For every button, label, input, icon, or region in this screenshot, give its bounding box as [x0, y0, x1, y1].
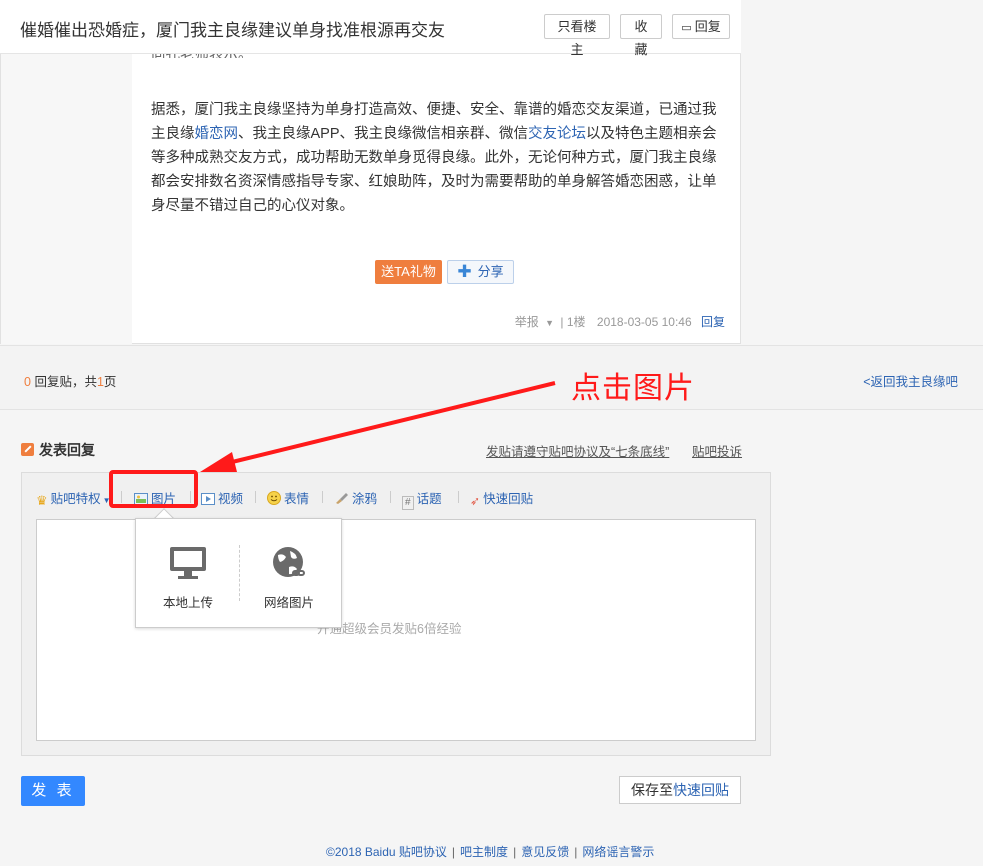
floor-number: | 1楼	[560, 315, 586, 329]
footer-links: ©2018 Baidu 贴吧协议 | 吧主制度 | 意见反馈 | 网络谣言警示	[326, 843, 654, 860]
complaint-link[interactable]: 贴吧投诉	[692, 441, 742, 460]
footer-link-rules[interactable]: 吧主制度	[460, 845, 508, 859]
globe-icon	[269, 547, 309, 584]
footer-link-rumor[interactable]: 网络谣言警示	[582, 845, 654, 859]
toolbar-divider	[255, 491, 256, 503]
annotation-highlight-box	[109, 470, 198, 508]
toolbar-doodle-label: 涂鸦	[352, 492, 378, 506]
toolbar-video-label: 视频	[218, 492, 244, 506]
toolbar-divider	[322, 491, 323, 503]
toolbar-emoji[interactable]: 表情	[267, 488, 309, 508]
web-image-option[interactable]: 网络图片	[254, 545, 324, 611]
pager-bar: 0 回复贴，共1页 <返回我主良缘吧	[0, 345, 983, 410]
toolbar-topic-label: 话题	[416, 492, 442, 506]
page-background	[741, 0, 983, 344]
image-upload-popup: 本地上传 网络图片	[135, 518, 342, 628]
share-button[interactable]: ✚ 分享	[447, 260, 514, 284]
post-meta: 举报 ▼ | 1楼 2018-03-05 10:46 回复	[515, 313, 725, 330]
web-image-label: 网络图片	[263, 596, 314, 610]
chevron-down-icon: ▼	[545, 318, 555, 328]
favorite-button[interactable]: 收藏	[620, 14, 662, 57]
local-upload-label: 本地上传	[162, 596, 213, 610]
footer-divider: |	[574, 845, 578, 859]
toolbar-video[interactable]: 视频	[201, 488, 243, 508]
submit-button[interactable]: 发 表	[21, 776, 85, 806]
local-upload-option[interactable]: 本地上传	[153, 545, 223, 611]
toolbar-emoji-label: 表情	[284, 492, 310, 506]
page-count: 1	[96, 375, 104, 389]
toolbar-quick-reply[interactable]: ➶ 快速回贴	[470, 488, 533, 508]
toolbar-quick-reply-label: 快速回贴	[483, 492, 534, 506]
toolbar-divider	[390, 491, 391, 503]
video-icon	[201, 493, 215, 508]
reply-editor: ♛ 贴吧特权 ▼ 图片 视频 表情 涂鸦 # 话题 ➶ 快速回贴 开通超级会员发贴6倍经…	[21, 472, 771, 756]
back-to-forum-link[interactable]: <返回我主良缘吧	[863, 371, 958, 390]
author-column	[1, 54, 132, 344]
post-content: 向孔老师表示。 据悉，厦门我主良缘坚持为单身打造高效、便捷、安全、靠谱的婚恋交友…	[151, 44, 721, 218]
crown-icon: ♛	[36, 493, 48, 508]
link-forum[interactable]: 交友论坛	[528, 126, 586, 142]
rules-link[interactable]: 发贴请遵守贴吧协议及“七条底线”	[486, 441, 669, 460]
reply-top-label: 回复	[694, 19, 721, 34]
rocket-icon: ➶	[470, 494, 481, 508]
save-prefix: 保存至	[631, 782, 673, 798]
annotation-text: 点击图片	[571, 371, 695, 406]
toolbar-topic[interactable]: # 话题	[402, 488, 442, 510]
reply-count-text: 回复贴，共	[34, 375, 97, 389]
footer-link-agreement[interactable]: 贴吧协议	[399, 845, 447, 859]
monitor-icon	[168, 547, 208, 584]
toolbar-privilege-label: 贴吧特权	[50, 492, 101, 506]
reply-section-title: 发表回复	[21, 440, 95, 460]
plus-icon: ✚	[457, 262, 472, 281]
post-timestamp: 2018-03-05 10:46	[596, 315, 692, 329]
footer-divider: |	[451, 845, 456, 859]
toolbar-divider	[458, 491, 459, 503]
reply-count-number: 0	[24, 375, 31, 389]
copyright: ©2018 Baidu	[326, 845, 396, 859]
save-to-quick-reply-button[interactable]: 保存至快速回贴	[619, 776, 741, 804]
save-highlight: 快速回贴	[673, 782, 729, 798]
report-link[interactable]: 举报	[515, 315, 539, 329]
toolbar-doodle[interactable]: 涂鸦	[334, 488, 377, 508]
reply-count: 0 回复贴，共1页	[24, 371, 116, 390]
post-reply-link[interactable]: 回复	[701, 315, 725, 329]
comment-icon: ▭	[681, 22, 692, 34]
share-label: 分享	[477, 264, 504, 279]
thread-header: 催婚催出恐婚症，厦门我主良缘建议单身找准根源再交友 只看楼主 收藏 ▭ 回复	[0, 0, 741, 57]
popup-divider	[239, 545, 240, 601]
footer-link-feedback[interactable]: 意见反馈	[521, 845, 569, 859]
post-text: 、我主良缘APP、我主良缘微信相亲群、微信	[238, 126, 529, 142]
page-unit: 页	[103, 375, 117, 389]
reply-title-text: 发表回复	[39, 442, 95, 458]
link-marriage-site[interactable]: 婚恋网	[195, 126, 239, 142]
smiley-icon	[267, 491, 281, 508]
send-gift-button[interactable]: 送TA礼物	[375, 260, 442, 284]
toolbar-privilege[interactable]: ♛ 贴吧特权 ▼	[36, 488, 111, 509]
hashtag-icon: #	[402, 496, 414, 510]
reply-top-button[interactable]: ▭ 回复	[672, 14, 730, 39]
post-paragraph: 据悉，厦门我主良缘坚持为单身打造高效、便捷、安全、靠谱的婚恋交友渠道，已通过我主…	[151, 98, 721, 218]
footer-divider: |	[513, 845, 517, 859]
edit-icon	[21, 443, 34, 456]
thread-title: 催婚催出恐婚症，厦门我主良缘建议单身找准根源再交友	[20, 21, 445, 40]
brush-icon	[334, 491, 349, 508]
only-op-button[interactable]: 只看楼主	[544, 14, 610, 57]
